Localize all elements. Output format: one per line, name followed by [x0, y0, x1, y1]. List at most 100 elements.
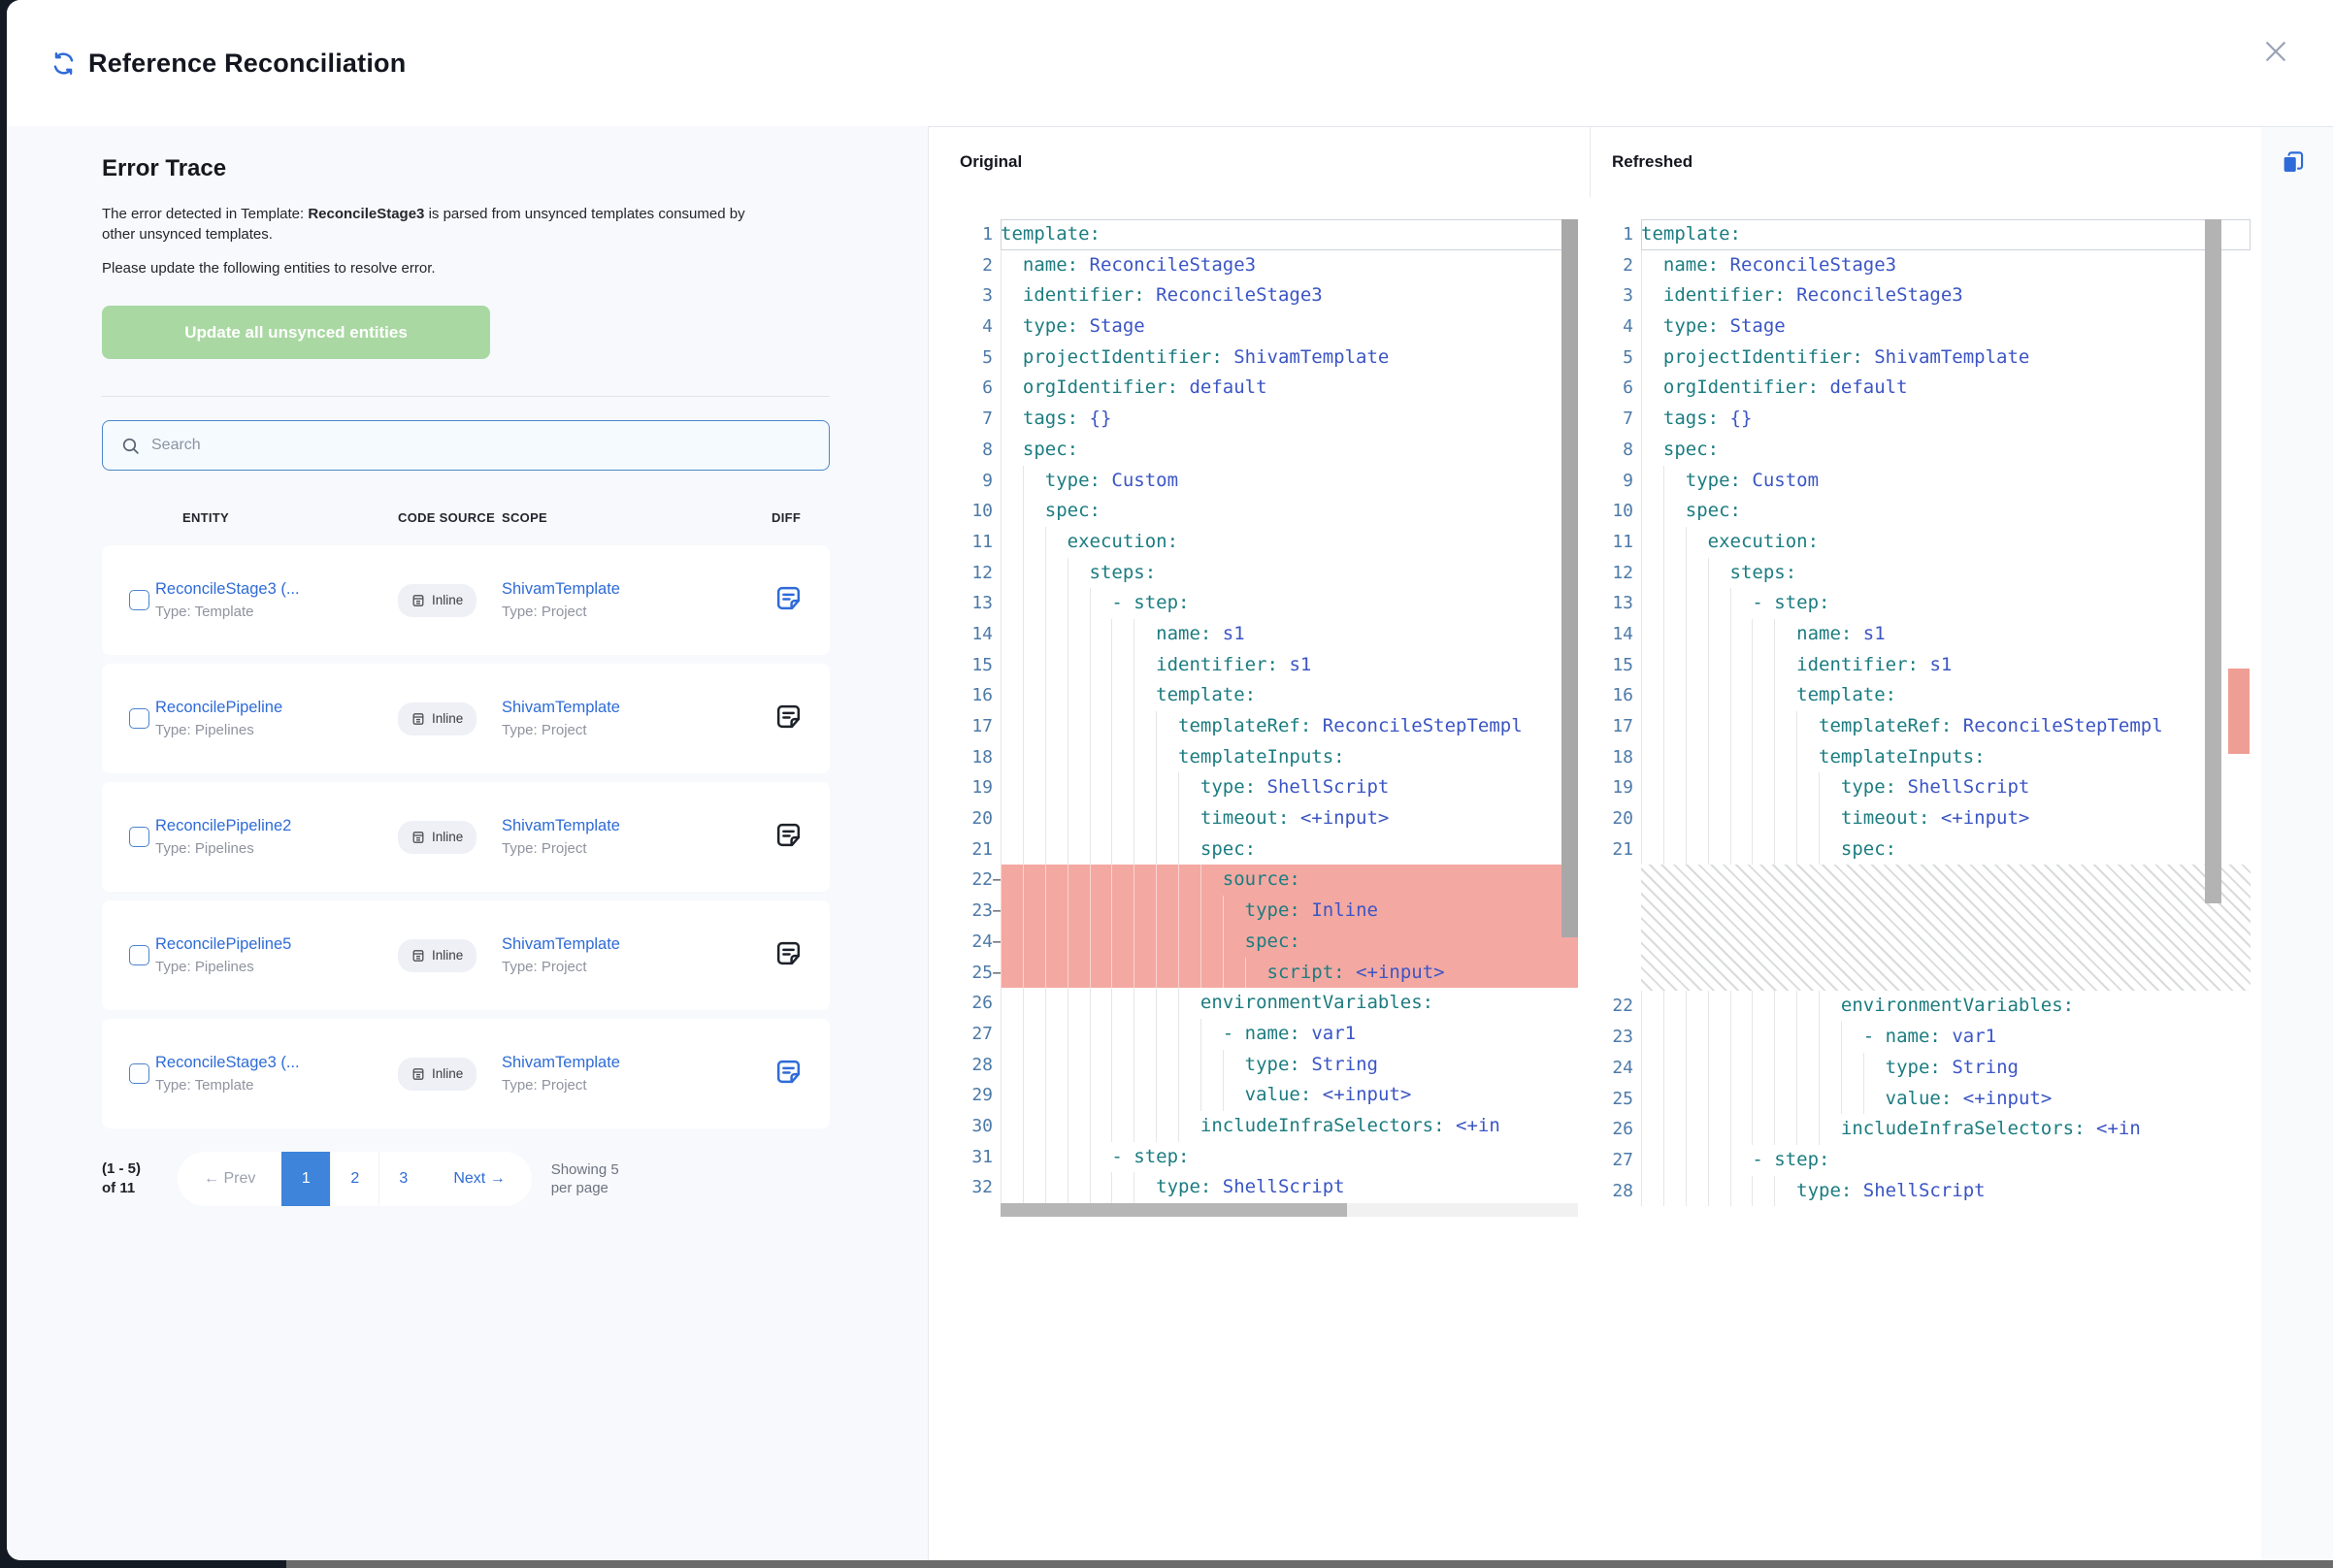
code-line: 21spec:	[964, 834, 1578, 866]
view-diff-icon[interactable]	[773, 938, 804, 968]
code-line: 18templateInputs:	[964, 742, 1578, 773]
entity-name-link[interactable]: ReconcileStage3 (...	[155, 580, 398, 599]
code-line: 21spec:	[1604, 834, 2251, 866]
code-line: 13- step:	[1604, 588, 2251, 619]
code-source-label: Inline	[432, 593, 463, 607]
search-input[interactable]	[151, 421, 829, 470]
per-page-label: Showing 5 per page	[551, 1160, 637, 1197]
scope-type-label: Type: Project	[502, 604, 764, 620]
code-line: 7tags: {}	[1604, 404, 2251, 435]
code-source-badge: Inline	[398, 702, 476, 735]
original-horizontal-scrollbar[interactable]	[1001, 1203, 1347, 1217]
entity-type-label: Type: Pipelines	[155, 840, 398, 857]
refreshed-code-editor[interactable]: 1template:2name: ReconcileStage33identif…	[1604, 219, 2251, 1206]
inline-icon	[411, 712, 425, 726]
col-header-diff: DIFF	[764, 509, 830, 526]
code-line: 5projectIdentifier: ShivamTemplate	[1604, 343, 2251, 374]
code-line: 16template:	[964, 680, 1578, 711]
entity-checkbox[interactable]	[129, 827, 149, 847]
code-line: 26environmentVariables:	[964, 988, 1578, 1019]
code-source-badge: Inline	[398, 821, 476, 854]
code-line: 3identifier: ReconcileStage3	[1604, 280, 2251, 311]
entity-type-label: Type: Template	[155, 604, 398, 620]
code-line: 2name: ReconcileStage3	[1604, 250, 2251, 281]
code-line: 27- step:	[1604, 1145, 2251, 1176]
code-line: 13- step:	[964, 588, 1578, 619]
original-header: Original	[929, 127, 1591, 197]
code-line: 8spec:	[1604, 435, 2251, 466]
diff-overview-marker	[2228, 669, 2250, 754]
code-source-badge: Inline	[398, 939, 476, 972]
entity-name-link[interactable]: ReconcilePipeline	[155, 699, 398, 717]
refreshed-title: Refreshed	[1612, 152, 1692, 172]
entity-row: ReconcilePipeline2 Type: PipelinesInline S…	[102, 782, 830, 892]
search-box	[102, 420, 830, 471]
entity-name-link[interactable]: ReconcilePipeline5	[155, 935, 398, 954]
code-line: 14name: s1	[964, 619, 1578, 650]
code-line: 10spec:	[1604, 496, 2251, 527]
code-line: 4type: Stage	[1604, 311, 2251, 343]
code-line: 12steps:	[1604, 558, 2251, 589]
entity-table-header: ENTITY CODE SOURCE SCOPE DIFF	[102, 509, 830, 526]
code-line: 23- name: var1	[1604, 1022, 2251, 1053]
scope-name-link[interactable]: ShivamTemplate	[502, 817, 764, 835]
code-line: 23–type: Inline	[964, 896, 1578, 927]
entity-checkbox[interactable]	[129, 708, 149, 729]
original-vertical-scrollbar[interactable]	[1561, 219, 1578, 937]
code-line: 24type: String	[1604, 1053, 2251, 1084]
code-line: 16template:	[1604, 680, 2251, 711]
view-diff-icon[interactable]	[773, 702, 804, 732]
entity-checkbox[interactable]	[129, 1063, 149, 1084]
entity-checkbox[interactable]	[129, 945, 149, 965]
col-header-scope: SCOPE	[502, 509, 764, 526]
code-line: 17templateRef: ReconcileStepTempl	[1604, 711, 2251, 742]
prev-page-button[interactable]: ← Prev	[178, 1170, 281, 1188]
code-source-label: Inline	[432, 711, 463, 726]
scope-name-link[interactable]: ShivamTemplate	[502, 1054, 764, 1072]
refreshed-vertical-scrollbar[interactable]	[2205, 219, 2221, 903]
entity-type-label: Type: Pipelines	[155, 722, 398, 738]
error-trace-heading: Error Trace	[102, 155, 928, 182]
code-line: 17templateRef: ReconcileStepTempl	[964, 711, 1578, 742]
original-code-editor[interactable]: 1template:2name: ReconcileStage33identif…	[964, 219, 1578, 1203]
scope-name-link[interactable]: ShivamTemplate	[502, 935, 764, 954]
page-button-3[interactable]: 3	[378, 1152, 427, 1206]
inline-icon	[411, 1067, 425, 1081]
next-page-button[interactable]: Next →	[427, 1170, 531, 1188]
original-horizontal-scrollbar-track	[1001, 1203, 1578, 1217]
code-line: 25value: <+input>	[1604, 1084, 2251, 1115]
entity-checkbox[interactable]	[129, 590, 149, 610]
page-title: Reference Reconciliation	[88, 49, 406, 79]
scope-name-link[interactable]: ShivamTemplate	[502, 580, 764, 599]
entity-row: ReconcileStage3 (... Type: Template Inline…	[102, 545, 830, 655]
window-horizontal-scrollbar[interactable]	[286, 1559, 2333, 1568]
scope-type-label: Type: Project	[502, 722, 764, 738]
update-all-button[interactable]: Update all unsynced entities	[102, 306, 490, 359]
code-line: 18templateInputs:	[1604, 742, 2251, 773]
view-diff-icon[interactable]	[773, 583, 804, 613]
entity-name-link[interactable]: ReconcileStage3 (...	[155, 1054, 398, 1072]
code-line: 20timeout: <+input>	[1604, 803, 2251, 834]
entity-type-label: Type: Pipelines	[155, 959, 398, 975]
error-instruction: Please update the following entities to …	[102, 258, 772, 278]
code-line: 11execution:	[1604, 527, 2251, 558]
col-header-code-source: CODE SOURCE	[398, 509, 502, 526]
right-margin	[2261, 127, 2333, 1560]
code-line: 14name: s1	[1604, 619, 2251, 650]
entity-name-link[interactable]: ReconcilePipeline2	[155, 817, 398, 835]
code-line: 30includeInfraSelectors: <+in	[964, 1111, 1578, 1142]
view-diff-icon[interactable]	[773, 820, 804, 850]
page-button-1[interactable]: 1	[281, 1152, 330, 1206]
close-icon[interactable]	[2261, 37, 2290, 66]
code-line: 22environmentVariables:	[1604, 991, 2251, 1022]
error-trace-panel: Error Trace The error detected in Templa…	[7, 126, 928, 1560]
code-line: 15identifier: s1	[1604, 650, 2251, 681]
code-source-badge: Inline	[398, 584, 476, 617]
copy-icon[interactable]	[2280, 149, 2306, 176]
view-diff-icon[interactable]	[773, 1057, 804, 1087]
reference-reconciliation-modal: Reference Reconciliation Error Trace The…	[7, 0, 2333, 1560]
code-line: 27- name: var1	[964, 1019, 1578, 1050]
page-button-2[interactable]: 2	[330, 1152, 378, 1206]
scope-name-link[interactable]: ShivamTemplate	[502, 699, 764, 717]
code-source-label: Inline	[432, 1066, 463, 1081]
